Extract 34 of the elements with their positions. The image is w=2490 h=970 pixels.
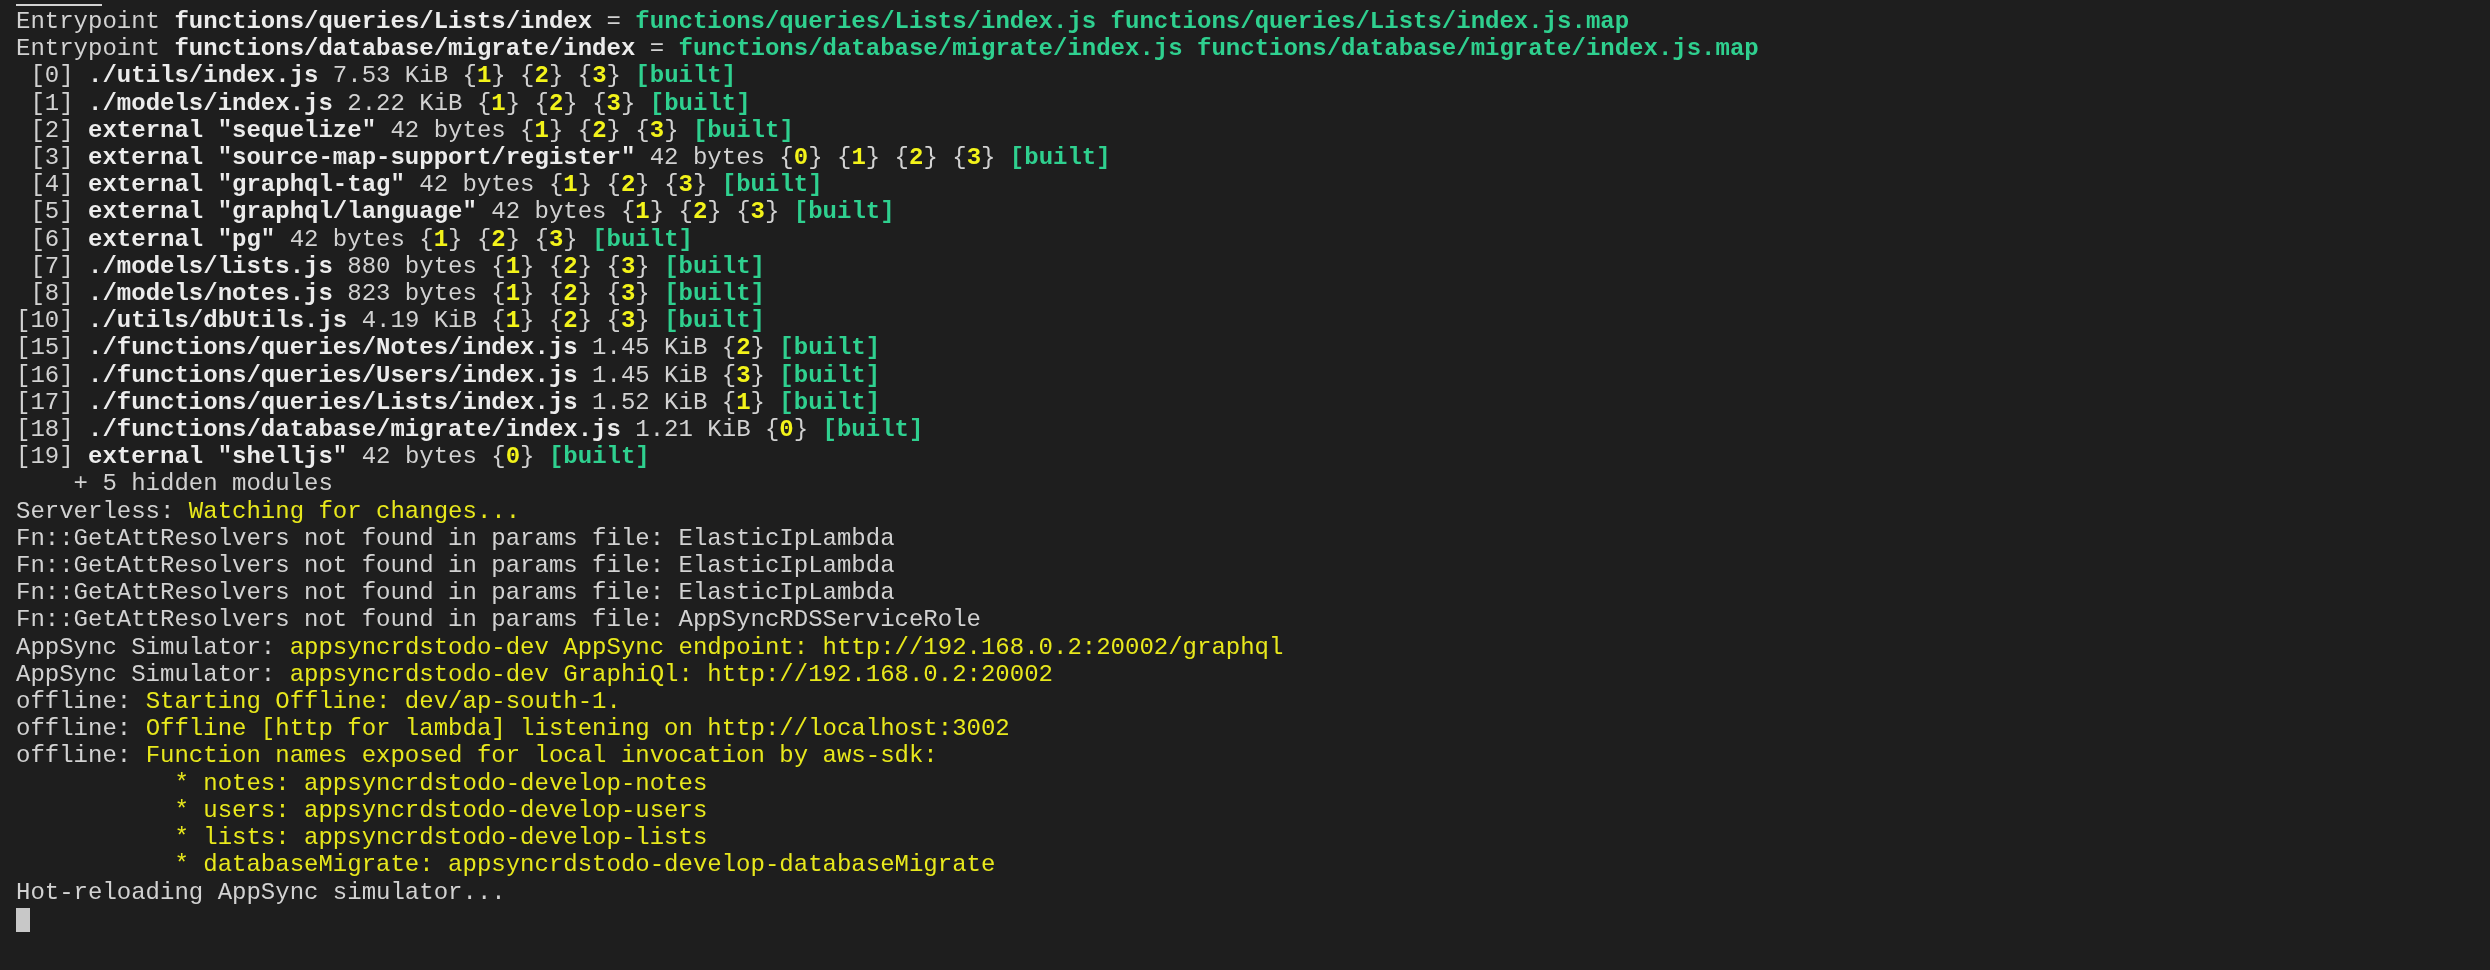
terminal-line: Serverless: Watching for changes...	[16, 497, 521, 525]
terminal-line: + 5 hidden modules	[72, 470, 333, 498]
terminal-line: [8] ./models/notes.js 823 bytes {1} {2} {3} [built]	[29, 280, 765, 308]
terminal-line: [5] external "graphql/language" 42 bytes {1} {2} {3} [built]	[29, 198, 895, 226]
terminal-line: offline: Starting Offline: dev/ap-south-1.	[16, 688, 621, 716]
terminal-line: Hot-reloading AppSync simulator...	[16, 878, 506, 906]
terminal-line: * users: appsyncrdstodo-develop-users	[173, 796, 708, 825]
terminal-line: [0] ./utils/index.js 7.53 KiB {1} {2} {3} [built]	[29, 62, 737, 90]
terminal-line: AppSync Simulator: appsyncrdstodo-dev GraphiQl: http://192.168.0.2:20002	[16, 660, 1053, 689]
terminal-line: [3] external "source-map-support/register" 42 bytes {0} {1} {2} {3} [built]	[29, 144, 1111, 172]
terminal-line: * lists: appsyncrdstodo-develop-lists	[173, 824, 708, 852]
terminal-line: offline: Offline [http for lambda] listening on http://localhost:3002	[16, 715, 1010, 743]
terminal-line: [16] ./functions/queries/Users/index.js 1.45 KiB {3} [built]	[16, 361, 881, 389]
terminal-line: Fn::GetAttResolvers not found in params file: ElasticIpLambda	[16, 579, 895, 607]
terminal-line: [7] ./models/lists.js 880 bytes {1} {2} {3} [built]	[29, 252, 765, 281]
terminal-line: [2] external "sequelize" 42 bytes {1} {2} {3} [built]	[29, 116, 794, 144]
terminal-line: [1] ./models/index.js 2.22 KiB {1} {2} {3} [built]	[29, 89, 751, 117]
text-cursor-icon	[16, 907, 30, 932]
terminal-line: offline: Function names exposed for local invocation by aws-sdk:	[16, 742, 938, 770]
terminal-line: [10] ./utils/dbUtils.js 4.19 KiB {1} {2} {3} [built]	[16, 307, 765, 335]
terminal-line: [17] ./functions/queries/Lists/index.js 1.52 KiB {1} [built]	[16, 388, 881, 417]
terminal-line: Entrypoint functions/queries/Lists/index = functions/queries/Lists/index.js functions/queries/Lists/index.js.map	[16, 8, 1630, 36]
terminal-line: [18] ./functions/database/migrate/index.js 1.21 KiB {0} [built]	[16, 416, 924, 444]
terminal-line: Fn::GetAttResolvers not found in params file: AppSyncRDSServiceRole	[16, 606, 981, 634]
terminal-line: AppSync Simulator: appsyncrdstodo-dev AppSync endpoint: http://192.168.0.2:20002/graphql	[16, 633, 1284, 661]
terminal-line: Fn::GetAttResolvers not found in params file: ElasticIpLambda	[16, 524, 895, 553]
terminal-line: [19] external "shelljs" 42 bytes {0} [built]	[16, 443, 650, 471]
terminal-line: [15] ./functions/queries/Notes/index.js 1.45 KiB {2} [built]	[16, 334, 881, 362]
terminal-line: Entrypoint functions/database/migrate/index = functions/database/migrate/index.js functions/database/migrate/index.js.map	[16, 35, 1759, 63]
terminal-line: [4] external "graphql-tag" 42 bytes {1} {2} {3} [built]	[29, 171, 823, 199]
terminal-line: * notes: appsyncrdstodo-develop-notes	[173, 769, 708, 797]
terminal-line: * databaseMigrate: appsyncrdstodo-develop-databaseMigrate	[173, 851, 996, 879]
terminal-line: [6] external "pg" 42 bytes {1} {2} {3} [built]	[29, 225, 693, 253]
terminal-line: Fn::GetAttResolvers not found in params file: ElasticIpLambda	[16, 552, 895, 580]
